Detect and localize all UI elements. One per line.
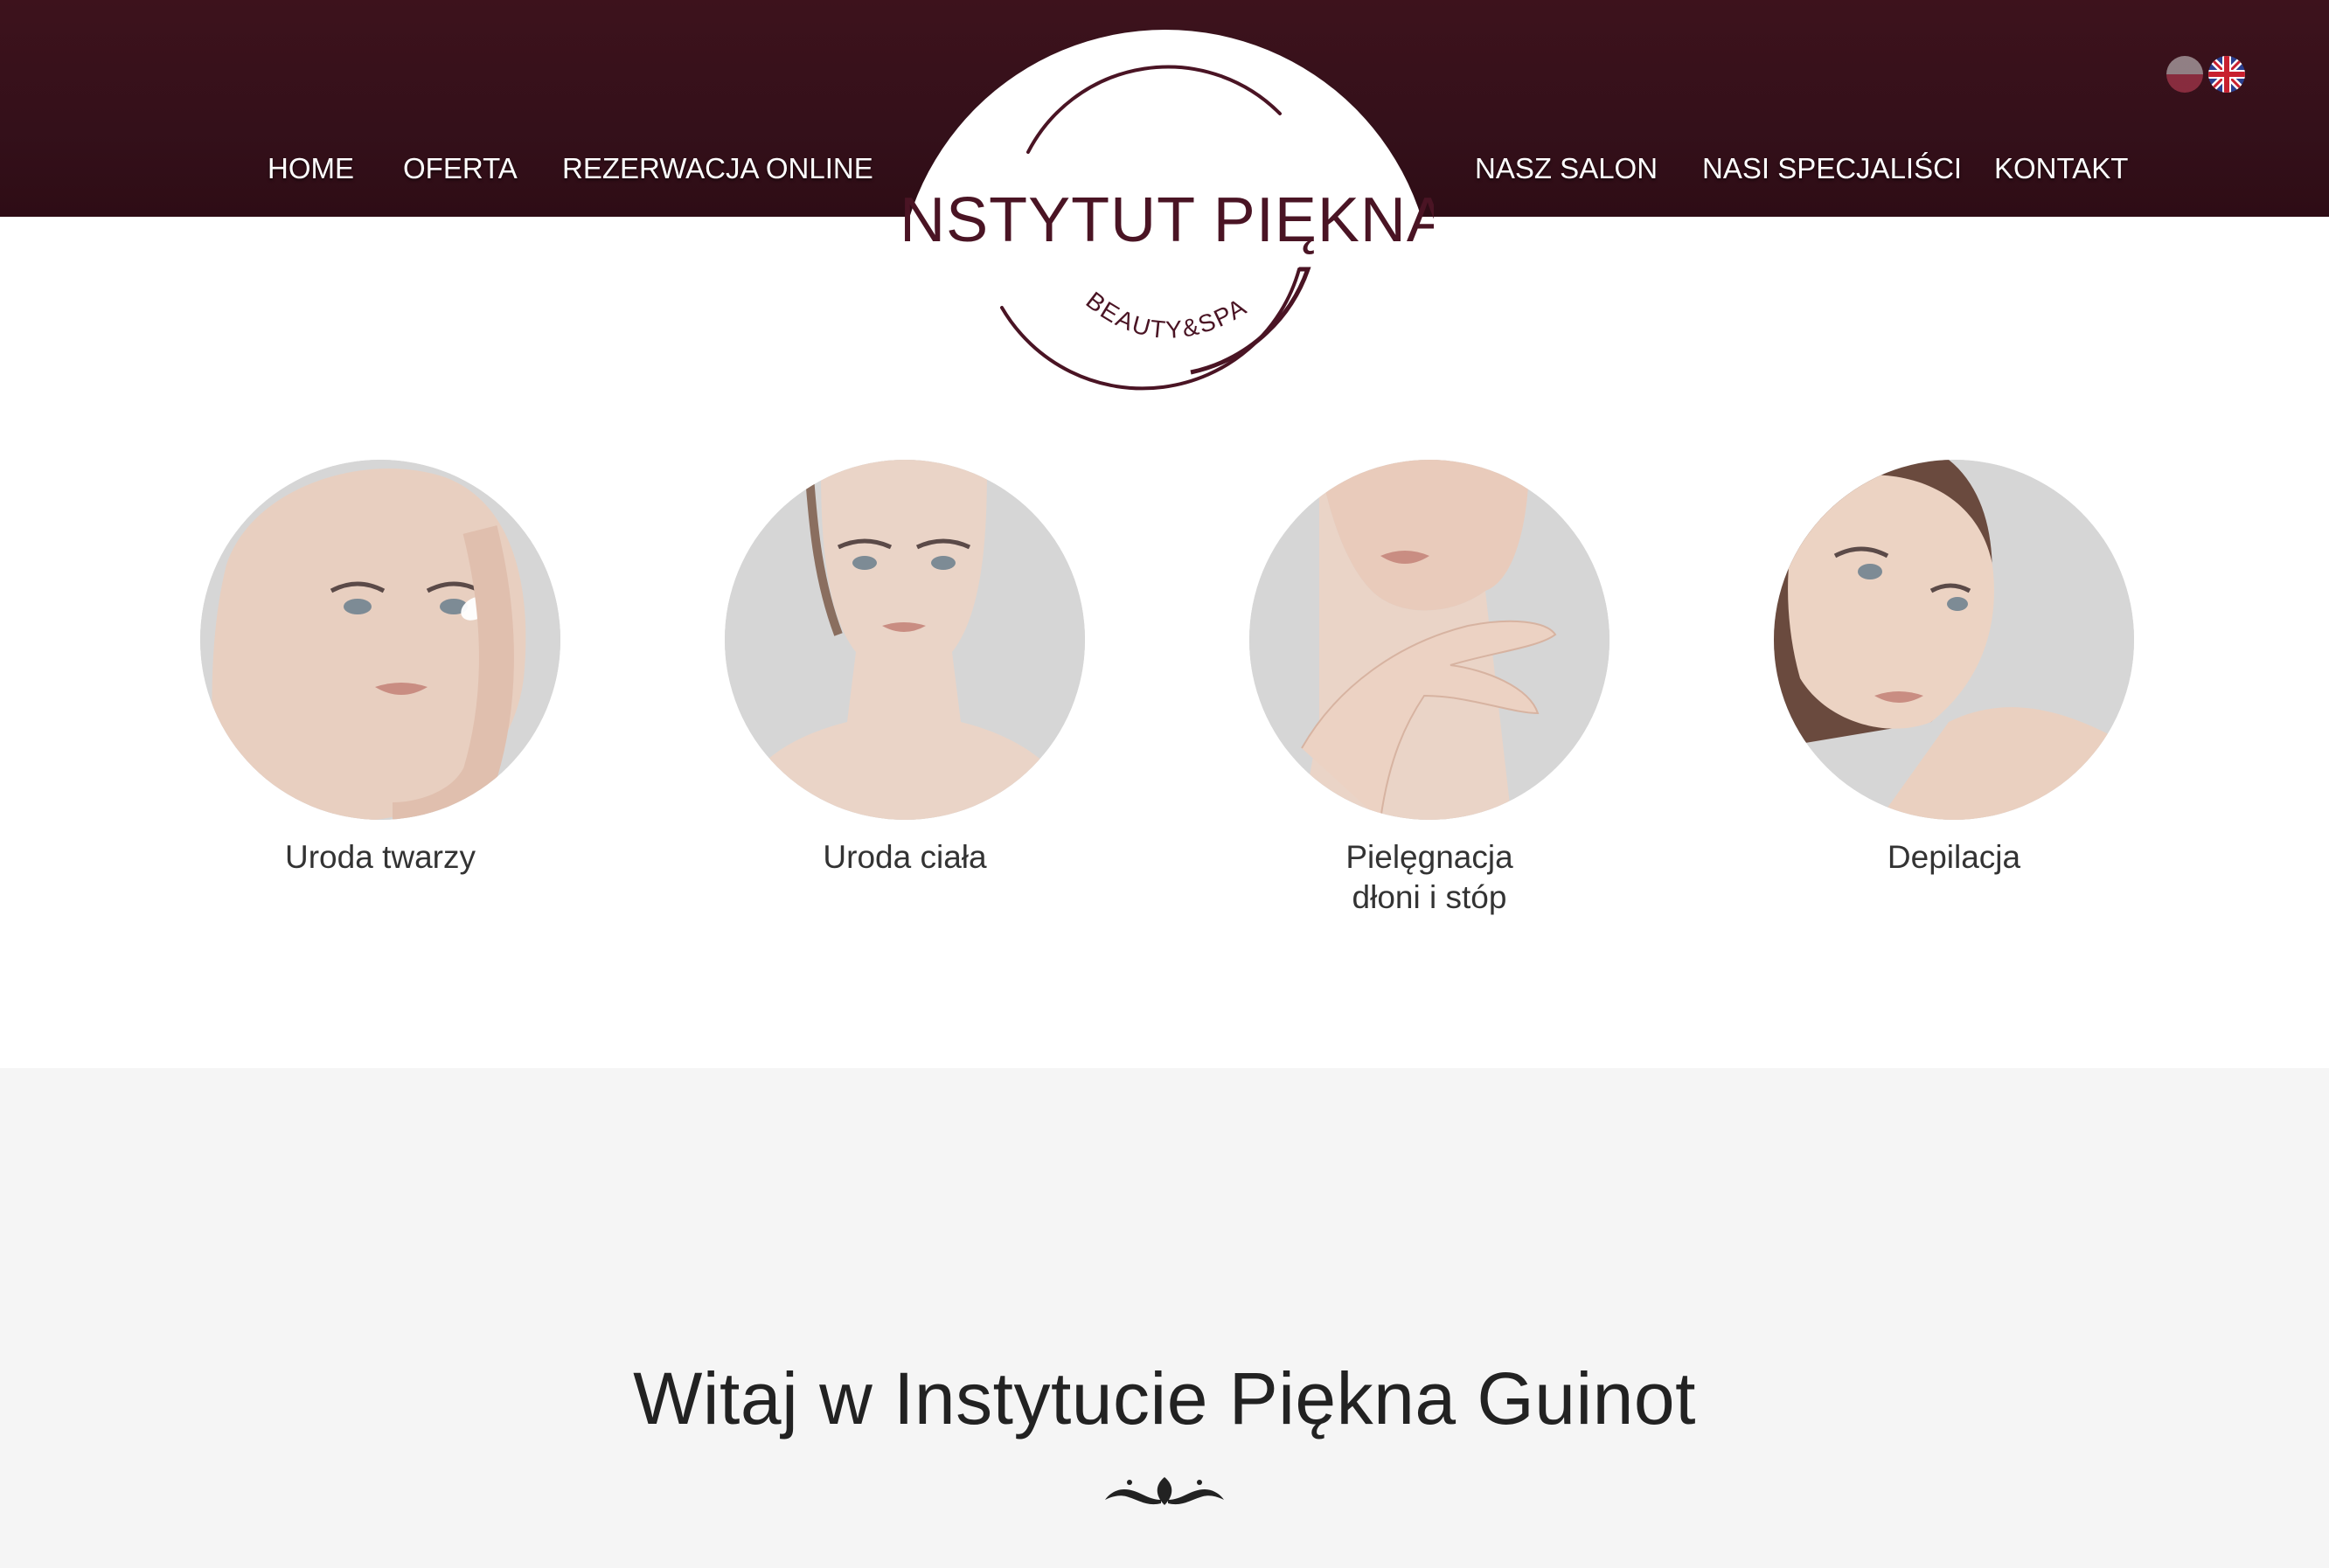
services-section: Uroda twarzy Uroda ciała Pielęgnacja dło… <box>0 460 2329 915</box>
nav-right: NASZ SALON NASI SPECJALIŚCI KONTAKT <box>1399 152 2186 196</box>
body-care-photo <box>725 460 1085 820</box>
nav-rezerwacja-online[interactable]: REZERWACJA ONLINE <box>562 152 873 185</box>
nav-nasz-salon[interactable]: NASZ SALON <box>1475 152 1658 185</box>
nav-oferta[interactable]: OFERTA <box>403 152 518 185</box>
service-uroda-ciala[interactable]: Uroda ciała <box>725 460 1085 878</box>
service-label: Uroda twarzy <box>285 839 476 875</box>
depilation-photo <box>1774 460 2134 820</box>
service-uroda-twarzy[interactable]: Uroda twarzy <box>200 460 560 878</box>
welcome-section: Witaj w Instytucie Piękna Guinot <box>0 1068 2329 1568</box>
logo[interactable]: INSTYTUT PIĘKNA BEAUTY&SPA <box>897 30 1434 397</box>
nav-left: HOME OFERTA REZERWACJA ONLINE <box>0 152 874 196</box>
welcome-title: Witaj w Instytucie Piękna Guinot <box>633 1357 1696 1440</box>
service-label: Uroda ciała <box>823 839 987 875</box>
ornament-icon <box>1105 1477 1224 1505</box>
nav-home[interactable]: HOME <box>268 152 354 185</box>
polish-flag-icon[interactable] <box>2166 56 2203 93</box>
service-label: Depilacja <box>1887 839 2021 875</box>
face-care-photo <box>200 460 560 820</box>
nav-kontakt[interactable]: KONTAKT <box>1994 152 2128 185</box>
language-switcher <box>2166 56 2245 93</box>
hands-feet-care-photo <box>1249 460 1609 820</box>
service-pielegnacja-dloni-i-stop[interactable]: Pielęgnacja dłoni i stóp <box>1249 460 1609 918</box>
service-depilacja[interactable]: Depilacja <box>1774 460 2134 878</box>
service-label: Pielęgnacja dłoni i stóp <box>1345 839 1513 915</box>
logo-subtitle-wrap: BEAUTY&SPA <box>1081 287 1252 343</box>
logo-subtitle: BEAUTY&SPA <box>1081 287 1250 343</box>
uk-flag-icon[interactable] <box>2208 56 2245 93</box>
logo-graphic: INSTYTUT PIĘKNA BEAUTY&SPA <box>897 65 1434 391</box>
logo-title: INSTYTUT PIĘKNA <box>897 185 1434 255</box>
nav-nasi-specjalisci[interactable]: NASI SPECJALIŚCI <box>1702 152 1962 185</box>
